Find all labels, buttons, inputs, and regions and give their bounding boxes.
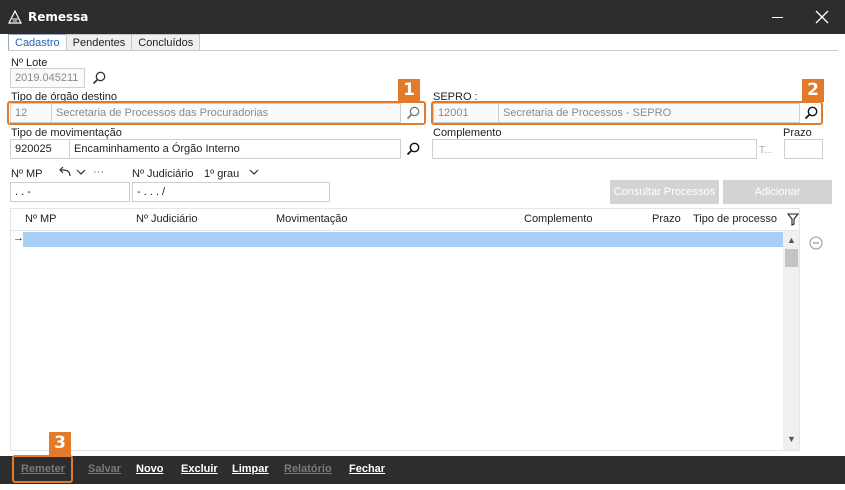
col-judiciario[interactable]: Nº Judiciário [136, 213, 197, 225]
mp-chevron-down-icon[interactable] [76, 168, 86, 176]
tab-concluidos[interactable]: Concluídos [131, 34, 201, 51]
movimentacao-search-icon[interactable] [405, 141, 421, 157]
tab-pendentes[interactable]: Pendentes [65, 34, 133, 51]
judiciario-field[interactable]: - . . . / [132, 182, 330, 202]
mp-label: Nº MP [11, 168, 43, 180]
table-row[interactable]: → [11, 231, 783, 248]
callout-3-frame [12, 455, 73, 483]
tab-strip: Cadastro Pendentes Concluídos [8, 34, 201, 51]
col-mp[interactable]: Nº MP [25, 213, 57, 225]
selected-row-highlight[interactable] [23, 232, 783, 247]
col-complemento[interactable]: Complemento [524, 213, 592, 225]
app-logo-icon [8, 10, 22, 24]
prazo-label: Prazo [783, 127, 812, 139]
fechar-button[interactable]: Fechar [349, 463, 385, 475]
mp-more-icon[interactable]: ··· [93, 166, 104, 178]
minimize-button[interactable] [758, 0, 798, 34]
grid-header: Nº MP Nº Judiciário Movimentação Complem… [11, 209, 799, 231]
relatorio-button[interactable]: Relatório [284, 463, 332, 475]
complemento-field[interactable] [432, 139, 757, 159]
grau-chevron-down-icon[interactable] [249, 168, 259, 176]
col-movimentacao[interactable]: Movimentação [276, 213, 348, 225]
grau-select[interactable]: 1º grau [204, 168, 239, 180]
window-title: Remessa [28, 10, 89, 24]
col-tipo-processo[interactable]: Tipo de processo [693, 213, 777, 225]
callout-2-badge: 2 [802, 79, 824, 102]
movimentacao-code-field[interactable]: 920025 [10, 139, 70, 159]
complemento-label: Complemento [433, 127, 502, 139]
lote-search-icon[interactable] [91, 70, 107, 86]
tab-divider [8, 50, 838, 51]
scroll-thumb[interactable] [785, 249, 798, 267]
callout-1-frame [7, 101, 426, 125]
close-icon [815, 10, 829, 24]
complemento-hint: T... [759, 145, 773, 156]
consultar-processos-button[interactable]: Consultar Processos [610, 180, 719, 204]
scroll-up-icon[interactable]: ▲ [787, 235, 796, 245]
footer-toolbar: Remeter Salvar Novo Excluir Limpar Relat… [0, 456, 845, 484]
process-grid: Nº MP Nº Judiciário Movimentação Complem… [10, 208, 800, 451]
excluir-button[interactable]: Excluir [181, 463, 218, 475]
callout-2-frame [431, 101, 823, 125]
callout-1-badge: 1 [398, 79, 420, 102]
scroll-down-icon[interactable]: ▼ [787, 434, 796, 444]
callout-3-badge: 3 [49, 432, 71, 455]
col-prazo[interactable]: Prazo [652, 213, 681, 225]
lote-field[interactable]: 2019.045211 [10, 68, 85, 88]
mp-field[interactable]: . . - [10, 182, 130, 202]
grid-scrollbar[interactable]: ▲ ▼ [783, 231, 799, 450]
adicionar-button[interactable]: Adicionar [723, 180, 832, 204]
novo-button[interactable]: Novo [136, 463, 164, 475]
remove-row-icon[interactable] [809, 236, 823, 250]
judiciario-label: Nº Judiciário [132, 168, 194, 180]
undo-icon[interactable] [58, 166, 72, 178]
tab-cadastro[interactable]: Cadastro [8, 34, 67, 51]
movimentacao-label: Tipo de movimentação [11, 127, 122, 139]
prazo-field[interactable] [784, 139, 823, 159]
title-bar: Remessa [0, 0, 845, 34]
movimentacao-name-field[interactable]: Encaminhamento a Órgão Interno [69, 139, 401, 159]
salvar-button[interactable]: Salvar [88, 463, 121, 475]
filter-icon[interactable] [787, 213, 799, 226]
close-button[interactable] [802, 0, 842, 34]
limpar-button[interactable]: Limpar [232, 463, 269, 475]
